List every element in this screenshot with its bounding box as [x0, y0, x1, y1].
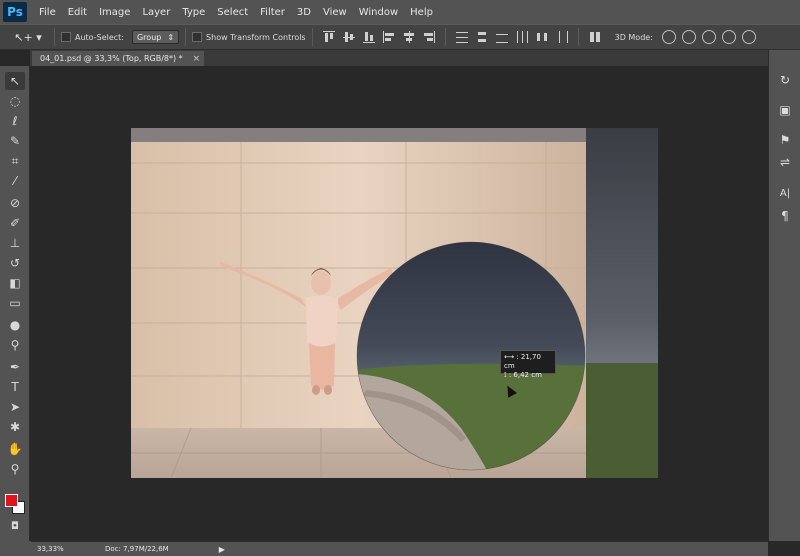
distribute-left-icon[interactable] [515, 30, 529, 44]
photoshop-logo: Ps [3, 2, 27, 22]
options-bar: ↖+ ▾ Auto-Select: Group ⇕ Show Transform… [0, 24, 800, 50]
align-bottom-icon[interactable] [362, 30, 376, 44]
auto-select-label: Auto-Select: [75, 32, 124, 42]
statusbar-left-spacer [0, 541, 31, 556]
menu-edit[interactable]: Edit [68, 7, 87, 18]
3d-scale-icon[interactable] [741, 30, 756, 44]
move-tool[interactable]: ↖ [5, 72, 25, 90]
menu-filter[interactable]: Filter [260, 7, 285, 18]
distribute-hcenter-icon[interactable] [535, 30, 549, 44]
adjustments-panel-icon[interactable]: ⇌ [777, 154, 793, 170]
marquee-tool[interactable]: ◌ [5, 92, 25, 110]
status-menu-arrow-icon[interactable]: ▶ [219, 545, 225, 554]
type-tool[interactable]: T [5, 378, 25, 396]
menu-view[interactable]: View [323, 7, 347, 18]
divider [54, 28, 55, 46]
tools-panel: ↖ ◌ ℓ ✎ ⌗ ⁄ ⊘ ✐ ⊥ ↺ ◧ ▭ ● ⚲ ✒ T ➤ ✱ ✋ ⚲ … [0, 66, 30, 541]
document-tab[interactable]: 04_01.psd @ 33,3% (Top, RGB/8*) * × [32, 51, 204, 66]
show-transform-checkbox[interactable] [192, 32, 203, 42]
height-icon: ⟟ : [504, 371, 512, 379]
show-transform-label: Show Transform Controls [206, 32, 306, 42]
crop-tool[interactable]: ⌗ [5, 152, 25, 170]
divider [444, 28, 446, 46]
3d-mode-label: 3D Mode: [614, 32, 653, 42]
shape-tool[interactable]: ✱ [5, 418, 25, 436]
path-select-tool[interactable]: ➤ [5, 398, 25, 416]
divider [185, 28, 187, 46]
distribute-right-icon[interactable] [555, 30, 569, 44]
history-brush-tool[interactable]: ↺ [5, 254, 25, 272]
distribute-bottom-icon[interactable] [495, 30, 509, 44]
stamp-tool[interactable]: ⊥ [5, 234, 25, 252]
eraser-tool[interactable]: ◧ [5, 274, 25, 292]
auto-align-layers-icon[interactable] [588, 30, 602, 44]
history-panel-icon[interactable]: ↻ [777, 72, 793, 88]
gradient-tool[interactable]: ▭ [5, 294, 25, 312]
divider [577, 28, 579, 46]
eyedropper-tool[interactable]: ⁄ [5, 172, 25, 190]
align-vcenter-icon[interactable] [342, 30, 356, 44]
menu-file[interactable]: File [39, 7, 56, 18]
menu-select[interactable]: Select [217, 7, 248, 18]
transform-measure-tooltip: ⟷ : 21,70 cm ⟟ : 6,42 cm [500, 350, 556, 379]
align-left-icon[interactable] [382, 30, 396, 44]
dodge-tool[interactable]: ⚲ [5, 336, 25, 354]
tool-preset-picker[interactable]: ↖+ ▾ [8, 27, 48, 47]
panel-dock: ↻ ▣ ⚑ ⇌ A| ¶ [768, 50, 800, 541]
updown-arrow-icon: ⇕ [167, 32, 175, 42]
character-panel-icon[interactable]: A| [777, 186, 793, 202]
status-bar: 33,33% Doc: 7,97M/22,6M ▶ [31, 541, 768, 556]
photoshop-window: Ps File Edit Image Layer Type Select Fil… [0, 0, 800, 556]
3d-slide-icon[interactable] [721, 30, 736, 44]
healing-tool[interactable]: ⊘ [5, 194, 25, 212]
canvas-area[interactable]: ⟷ : 21,70 cm ⟟ : 6,42 cm [31, 66, 768, 541]
auto-select-checkbox[interactable] [61, 32, 71, 42]
3d-rotate-icon[interactable] [661, 30, 676, 44]
menu-layer[interactable]: Layer [142, 7, 170, 18]
document-size-info: Doc: 7,97M/22,6M [105, 545, 169, 553]
zoom-tool[interactable]: ⚲ [5, 460, 25, 478]
distribute-top-icon[interactable] [455, 30, 469, 44]
distribute-vcenter-icon[interactable] [475, 30, 489, 44]
photo-composition [131, 128, 658, 478]
3d-roll-icon[interactable] [681, 30, 696, 44]
menu-bar: Ps File Edit Image Layer Type Select Fil… [0, 0, 800, 24]
align-hcenter-icon[interactable] [402, 30, 416, 44]
properties-panel-icon[interactable]: ▣ [777, 102, 793, 118]
blur-tool[interactable]: ● [5, 316, 25, 334]
width-icon: ⟷ : [504, 353, 519, 361]
quick-mask-icon[interactable]: ◘ [5, 518, 25, 536]
close-tab-icon[interactable]: × [193, 54, 201, 64]
3d-drag-icon[interactable] [701, 30, 716, 44]
paragraph-panel-icon[interactable]: ¶ [777, 208, 793, 224]
lasso-tool[interactable]: ℓ [5, 112, 25, 130]
menu-type[interactable]: Type [182, 7, 205, 18]
divider [311, 28, 313, 46]
menu-3d[interactable]: 3D [297, 7, 311, 18]
dropdown-value: Group [136, 32, 162, 42]
auto-select-target-dropdown[interactable]: Group ⇕ [131, 30, 180, 44]
measure-height-row: ⟟ : 6,42 cm [504, 371, 552, 380]
measure-width-row: ⟷ : 21,70 cm [504, 353, 552, 371]
measure-height-value: 6,42 cm [513, 371, 542, 379]
foreground-color-swatch[interactable] [5, 494, 18, 507]
brush-tool[interactable]: ✐ [5, 214, 25, 232]
menu-window[interactable]: Window [359, 7, 398, 18]
align-top-icon[interactable] [322, 30, 336, 44]
document-image[interactable] [131, 128, 658, 478]
menu-help[interactable]: Help [410, 7, 433, 18]
brush-panel-icon[interactable]: ⚑ [777, 132, 793, 148]
align-right-icon[interactable] [422, 30, 436, 44]
zoom-level-field[interactable]: 33,33% [37, 545, 69, 553]
document-tab-strip: 04_01.psd @ 33,3% (Top, RGB/8*) * × [30, 50, 768, 66]
menu-image[interactable]: Image [99, 7, 130, 18]
quick-select-tool[interactable]: ✎ [5, 132, 25, 150]
hand-tool[interactable]: ✋ [5, 440, 25, 458]
pen-tool[interactable]: ✒ [5, 358, 25, 376]
document-tab-title: 04_01.psd @ 33,3% (Top, RGB/8*) * [40, 54, 183, 63]
